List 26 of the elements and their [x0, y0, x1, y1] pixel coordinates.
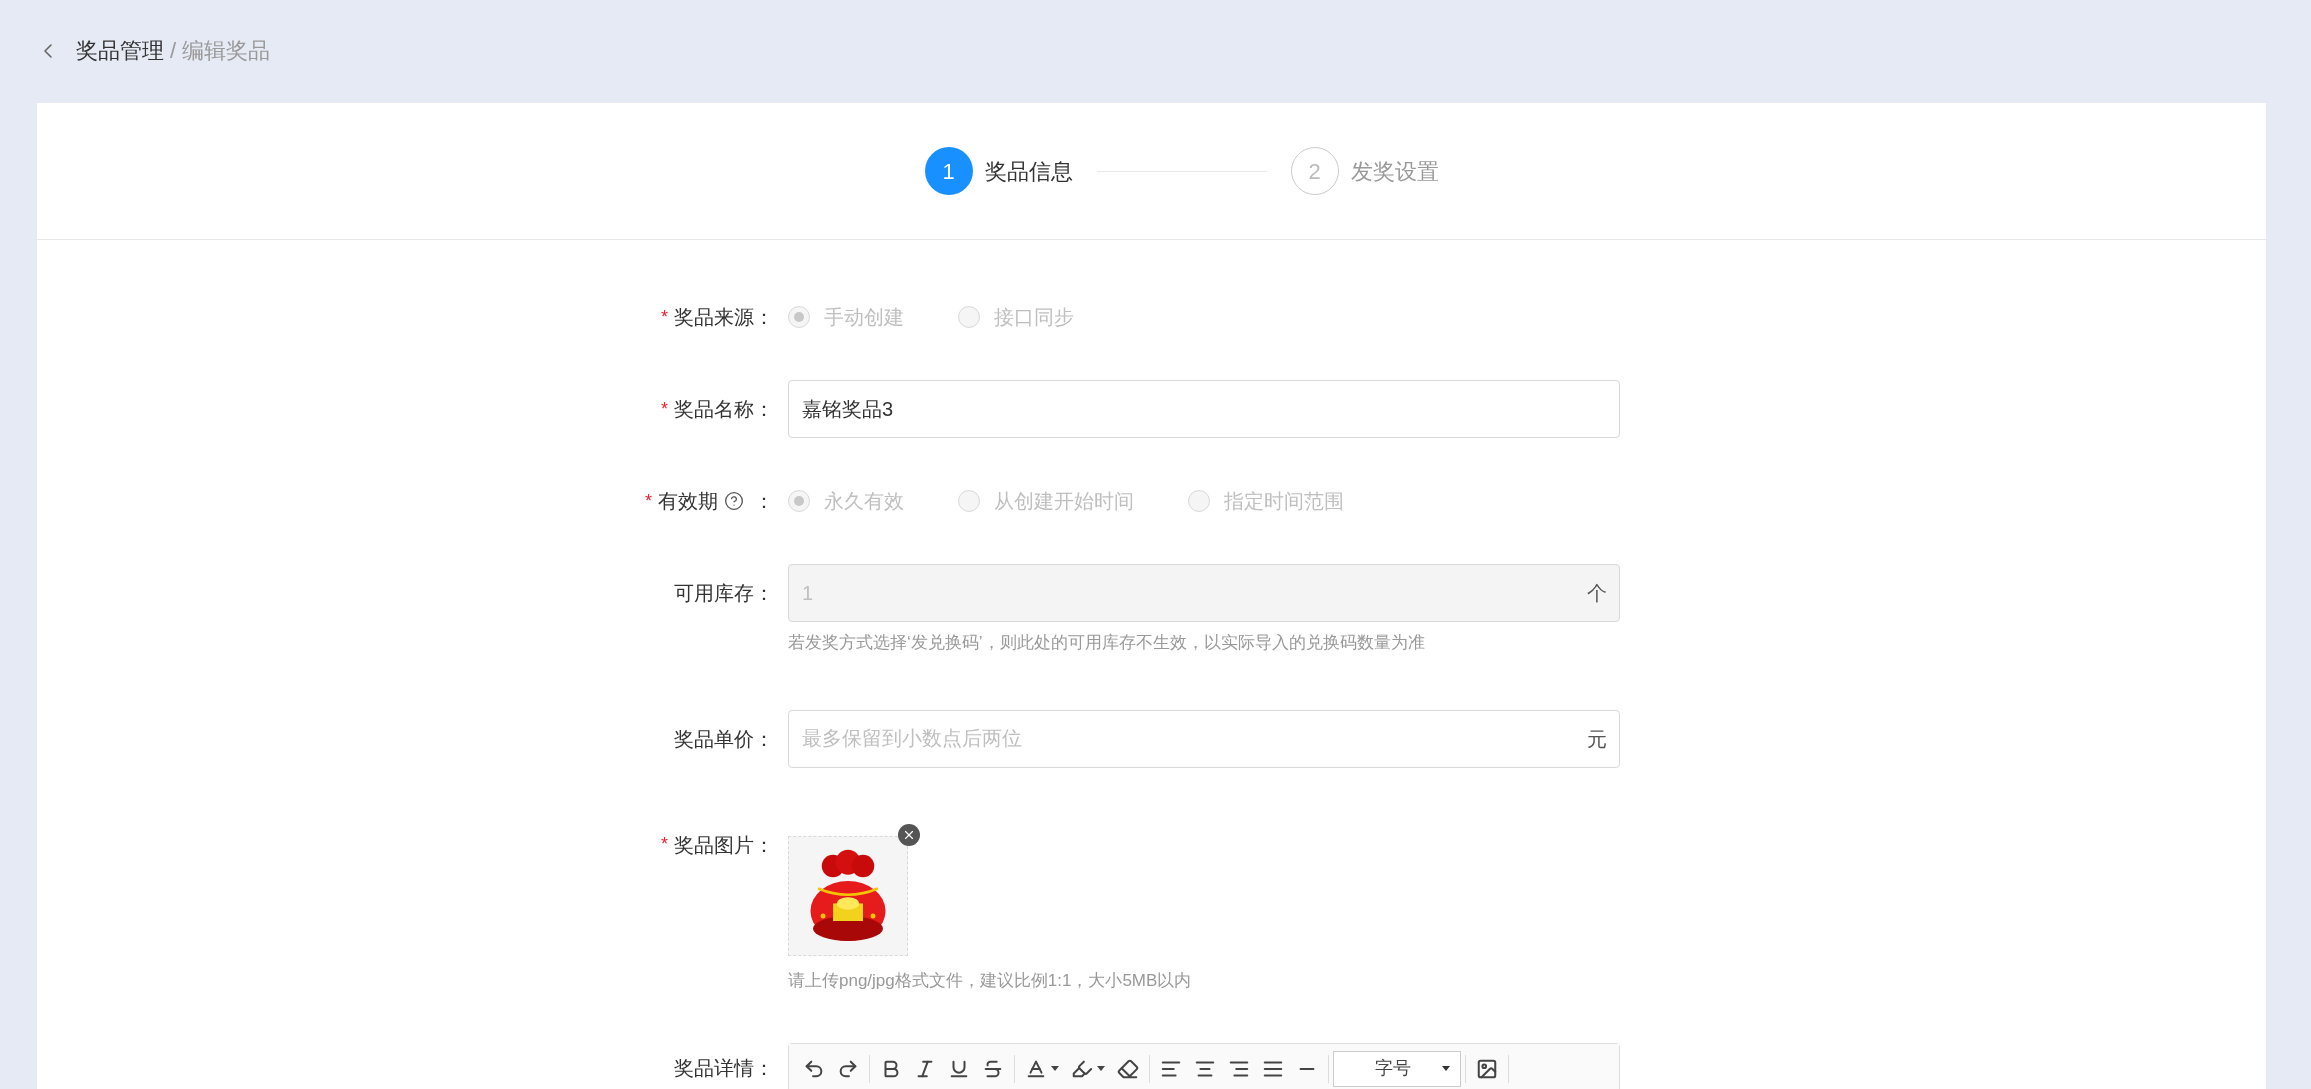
breadcrumb-link[interactable]: 奖品管理: [76, 34, 164, 67]
field-label: 奖品单价：: [674, 726, 774, 752]
text-field[interactable]: 嘉铭奖品3: [788, 380, 1620, 438]
hint-text: 若发奖方式选择‘发兑换码’，则此处的可用库存不生效，以实际导入的兑换码数量为准: [788, 632, 1426, 654]
field-label: 奖品名称：: [674, 397, 774, 422]
required-mark: *: [645, 489, 652, 513]
breadcrumb-current: 编辑奖品: [182, 37, 271, 65]
required-mark: *: [661, 397, 668, 421]
font-size-select[interactable]: 字号: [1333, 1050, 1461, 1087]
field-label: 奖品来源：: [674, 305, 774, 330]
breadcrumb-separator: /: [170, 37, 177, 65]
rich-text-editor[interactable]: 字号: [788, 1043, 1620, 1089]
hint-text: 请上传png/jpg格式文件，建议比例1:1，大小5MB以内: [788, 969, 1192, 992]
field-label: 有效期: [658, 489, 718, 514]
step-item: 1 奖品信息: [924, 147, 1073, 195]
step-item: 2 发奖设置: [1290, 147, 1439, 195]
required-mark: *: [661, 833, 668, 856]
close-button[interactable]: [898, 823, 920, 846]
unit-label: 个: [1587, 581, 1607, 606]
unit-label: 元: [1587, 726, 1607, 752]
field-label: 可用库存：: [674, 581, 774, 606]
label-colon: ：: [754, 489, 774, 514]
required-mark: *: [661, 305, 668, 329]
help-icon[interactable]: [724, 491, 744, 511]
field-label: 奖品图片：: [674, 832, 774, 858]
field-label: 奖品详情：: [674, 1056, 774, 1081]
